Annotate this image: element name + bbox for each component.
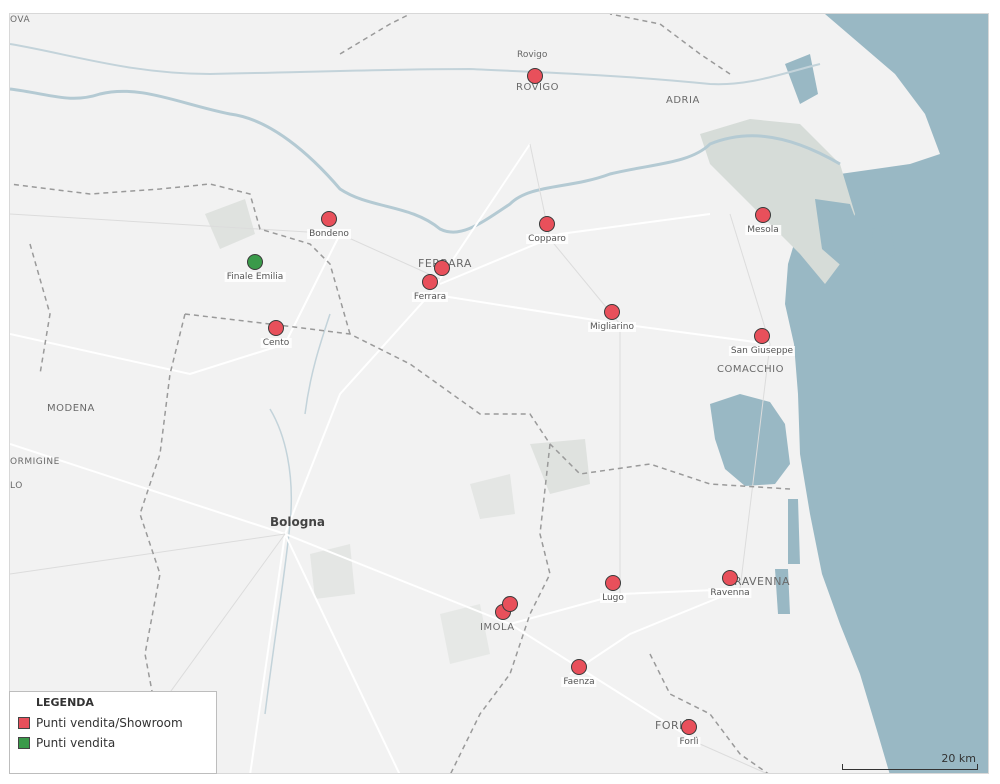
map-pin-label: Finale Emilia <box>224 272 286 282</box>
map-pin-lugo[interactable] <box>605 575 621 591</box>
place-label-adria: ADRIA <box>666 95 700 106</box>
place-label-formigine: ORMIGINE <box>10 457 60 467</box>
map-pin-label: Mesola <box>745 225 781 235</box>
store-swatch-icon <box>18 737 30 749</box>
map-pin-label: San Giuseppe <box>728 346 796 356</box>
map-view[interactable]: Rovigo ROVIGO ADRIA FERRARA COMACCHIO MO… <box>9 13 989 774</box>
map-pin-san-giuseppe[interactable] <box>754 328 770 344</box>
map-pin-copparo[interactable] <box>539 216 555 232</box>
map-pin-bondeno[interactable] <box>321 211 337 227</box>
map-pin-ferrara-a[interactable] <box>434 260 450 276</box>
map-pin-label: Ravenna <box>708 588 752 598</box>
legend-title: LEGENDA <box>36 696 94 709</box>
map-pin-forl-[interactable] <box>681 719 697 735</box>
place-label-lo: LO <box>10 481 23 491</box>
showroom-swatch-icon <box>18 717 30 729</box>
map-pin-ravenna[interactable] <box>722 570 738 586</box>
legend: LEGENDA Punti vendita/Showroom Punti ven… <box>9 691 217 774</box>
place-label-comacchio: COMACCHIO <box>717 364 784 375</box>
place-label-bologna: Bologna <box>270 515 325 529</box>
place-label-ova: OVA <box>10 15 31 25</box>
place-label-modena: MODENA <box>47 403 95 414</box>
scale-label: 20 km <box>941 752 976 765</box>
legend-item-showroom[interactable]: Punti vendita/Showroom <box>18 713 208 733</box>
scale-bar: 20 km <box>842 752 980 772</box>
map-pin-label: Bondeno <box>307 229 351 239</box>
map-pin-label: Copparo <box>526 234 568 244</box>
map-pin-ferrara[interactable] <box>422 274 438 290</box>
map-pin-label: Lugo <box>600 593 626 603</box>
map-pin-migliarino[interactable] <box>604 304 620 320</box>
place-label-imola: IMOLA <box>480 622 515 633</box>
map-pin-label: Forlì <box>677 737 701 747</box>
map-pin-rovigo[interactable] <box>527 68 543 84</box>
map-pin-imola-b[interactable] <box>502 596 518 612</box>
place-label-rovigo: ROVIGO <box>516 82 560 93</box>
place-label-rovigo-small: Rovigo <box>517 50 548 60</box>
map-pin-finale-emilia[interactable] <box>247 254 263 270</box>
map-pin-label: Ferrara <box>411 292 449 302</box>
legend-item-label: Punti vendita <box>36 736 116 750</box>
map-pin-label: Faenza <box>561 677 597 687</box>
legend-item-store[interactable]: Punti vendita <box>18 733 208 753</box>
map-pin-mesola[interactable] <box>755 207 771 223</box>
map-pin-label: Migliarino <box>588 322 636 332</box>
map-background <box>10 14 988 773</box>
legend-item-label: Punti vendita/Showroom <box>36 716 183 730</box>
map-pin-cento[interactable] <box>268 320 284 336</box>
place-label-ravenna: RAVENNA <box>734 575 790 588</box>
map-pin-label: Cento <box>260 338 292 348</box>
map-pin-faenza[interactable] <box>571 659 587 675</box>
